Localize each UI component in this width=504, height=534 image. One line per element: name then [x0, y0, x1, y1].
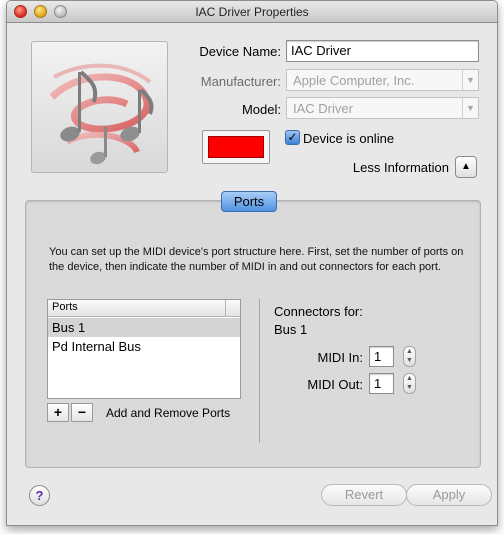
connectors-title: Connectors for:	[274, 304, 363, 319]
stepper-up-icon: ▲	[406, 348, 413, 355]
midi-in-label: MIDI In:	[317, 350, 363, 365]
stepper-up-icon: ▲	[406, 375, 413, 382]
midi-in-stepper[interactable]: ▲ ▼	[403, 346, 416, 367]
ports-description: You can set up the MIDI device's port st…	[49, 246, 464, 273]
ports-table-header[interactable]: Ports	[48, 300, 240, 317]
add-remove-ports-label: Add and Remove Ports	[106, 406, 231, 420]
ports-table[interactable]: Ports Bus 1 Pd Internal Bus	[47, 299, 241, 399]
device-color-well[interactable]	[202, 130, 270, 164]
ports-column-header: Ports	[52, 301, 78, 313]
model-value: IAC Driver	[293, 101, 353, 116]
device-icon-well[interactable]	[31, 41, 168, 173]
midi-out-stepper[interactable]: ▲ ▼	[403, 373, 416, 394]
properties-window: IAC Driver Properties Device Name: IAC D…	[6, 0, 498, 526]
device-name-field[interactable]: IAC Driver	[286, 40, 479, 62]
remove-port-button[interactable]: −	[71, 403, 93, 422]
disclosure-triangle-button[interactable]: ▲	[455, 156, 477, 178]
apply-button[interactable]: Apply	[406, 484, 492, 506]
add-port-button[interactable]: +	[47, 403, 69, 422]
vertical-divider	[259, 299, 260, 443]
device-online-checkbox[interactable]: ✓	[285, 130, 300, 145]
revert-button[interactable]: Revert	[321, 484, 407, 506]
title-bar[interactable]: IAC Driver Properties	[7, 1, 497, 23]
music-notes-icon	[49, 63, 154, 165]
less-information-label: Less Information	[352, 160, 449, 175]
model-popup: IAC Driver ▼	[286, 97, 479, 119]
stepper-down-icon: ▼	[406, 357, 413, 364]
device-color-swatch	[208, 136, 264, 158]
column-divider	[225, 300, 226, 317]
tab-ports[interactable]: Ports	[221, 191, 277, 212]
stepper-down-icon: ▼	[406, 384, 413, 391]
window-title: IAC Driver Properties	[195, 5, 309, 19]
chevron-down-icon: ▼	[462, 98, 478, 118]
device-name-label: Device Name:	[199, 44, 281, 59]
manufacturer-popup: Apple Computer, Inc. ▼	[286, 69, 479, 91]
manufacturer-label: Manufacturer:	[200, 74, 281, 89]
table-row[interactable]: Bus 1	[48, 318, 240, 337]
device-online-label: Device is online	[303, 131, 395, 146]
manufacturer-value: Apple Computer, Inc.	[293, 73, 415, 88]
model-label: Model:	[241, 102, 281, 117]
midi-out-label: MIDI Out:	[307, 377, 363, 392]
midi-out-field[interactable]: 1	[369, 373, 394, 394]
help-button[interactable]: ?	[29, 485, 50, 506]
midi-in-field[interactable]: 1	[369, 346, 394, 367]
table-row[interactable]: Pd Internal Bus	[48, 337, 240, 356]
connectors-port-name: Bus 1	[274, 322, 308, 337]
chevron-down-icon: ▼	[462, 70, 478, 90]
